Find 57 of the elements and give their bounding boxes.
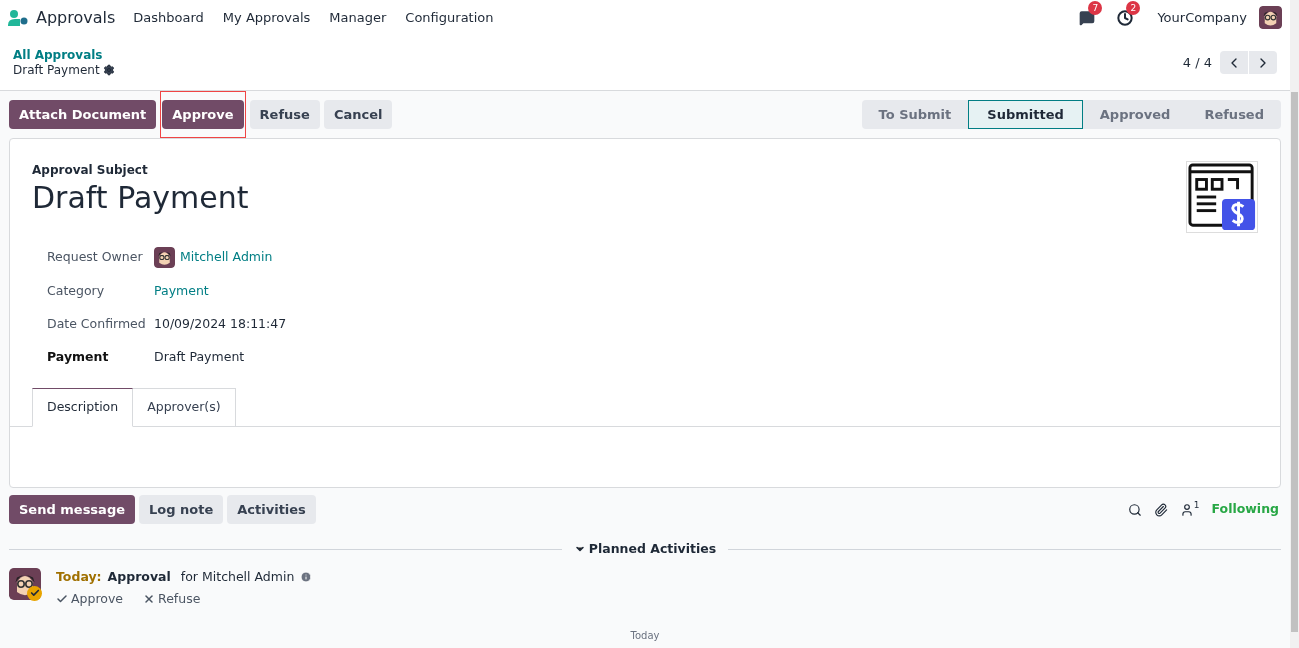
breadcrumb-link[interactable]: All Approvals: [13, 47, 115, 63]
pager-value: 4 / 4: [1182, 53, 1212, 72]
messages-count: 7: [1088, 0, 1103, 15]
menu-item[interactable]: Dashboard: [133, 7, 204, 28]
breadcrumb-current: Draft Payment: [13, 62, 100, 78]
form-tab[interactable]: Approver(s): [133, 388, 236, 427]
menu-item[interactable]: Configuration: [405, 7, 494, 28]
field-value: 10/09/2024 18:11:47: [154, 314, 287, 333]
subject-label: Approval Subject: [32, 162, 149, 179]
app-name[interactable]: Approvals: [36, 5, 116, 30]
approve-link[interactable]: Approve: [56, 589, 124, 609]
status-step[interactable]: Refused: [1187, 100, 1281, 129]
user-avatar-icon: [1259, 6, 1282, 29]
cross-icon: [143, 592, 156, 605]
section-title[interactable]: Planned Activities: [588, 540, 717, 559]
field-label: Category: [47, 282, 106, 300]
status-step[interactable]: To Submit: [861, 100, 969, 129]
owner-link[interactable]: Mitchell Admin: [180, 248, 273, 267]
date-separator: Today: [630, 629, 660, 644]
action-button[interactable]: Cancel: [323, 100, 393, 129]
company-name[interactable]: YourCompany: [1157, 7, 1247, 28]
form-tab[interactable]: Description: [32, 388, 134, 427]
menu-item[interactable]: Manager: [329, 7, 387, 28]
search-icon[interactable]: [1127, 502, 1142, 517]
info-icon[interactable]: [300, 571, 313, 584]
subject-title: Draft Payment: [32, 179, 249, 217]
action-button[interactable]: Log note: [139, 495, 224, 524]
field-value: Draft Payment: [154, 347, 246, 366]
avatar-icon: [154, 247, 175, 268]
status-step[interactable]: Approved: [1082, 100, 1188, 129]
refuse-link[interactable]: Refuse: [143, 589, 201, 609]
messages-icon[interactable]: [1079, 9, 1096, 26]
status-step[interactable]: Submitted: [968, 100, 1083, 129]
previous-button[interactable]: [1220, 51, 1248, 74]
activity-type: Approval: [107, 567, 171, 586]
field-label: Request Owner: [47, 248, 144, 267]
field-label: Payment: [47, 347, 110, 366]
next-button[interactable]: [1249, 51, 1277, 74]
field-value[interactable]: Payment: [154, 282, 287, 301]
activities-count: 2: [1126, 0, 1141, 15]
followers-count: 1: [1193, 498, 1200, 512]
clock-icon[interactable]: [1117, 9, 1134, 26]
field-label: Date Confirmed: [47, 314, 147, 333]
payment-document-icon: [1186, 161, 1258, 233]
followers-icon[interactable]: [1179, 502, 1194, 517]
activity-assignee: for Mitchell Admin: [180, 567, 295, 586]
paperclip-icon[interactable]: [1153, 502, 1168, 517]
menu-item[interactable]: My Approvals: [222, 7, 311, 28]
action-button[interactable]: Send message: [9, 495, 135, 524]
check-icon: [56, 592, 68, 605]
settings-icon[interactable]: [102, 64, 115, 76]
activity-due: Today:: [56, 567, 102, 586]
action-button[interactable]: Approve: [162, 100, 244, 129]
app-logo-icon: [8, 8, 28, 27]
action-button[interactable]: Activities: [227, 495, 316, 524]
action-button[interactable]: Attach Document: [9, 100, 157, 129]
action-button[interactable]: Refuse: [249, 100, 320, 129]
